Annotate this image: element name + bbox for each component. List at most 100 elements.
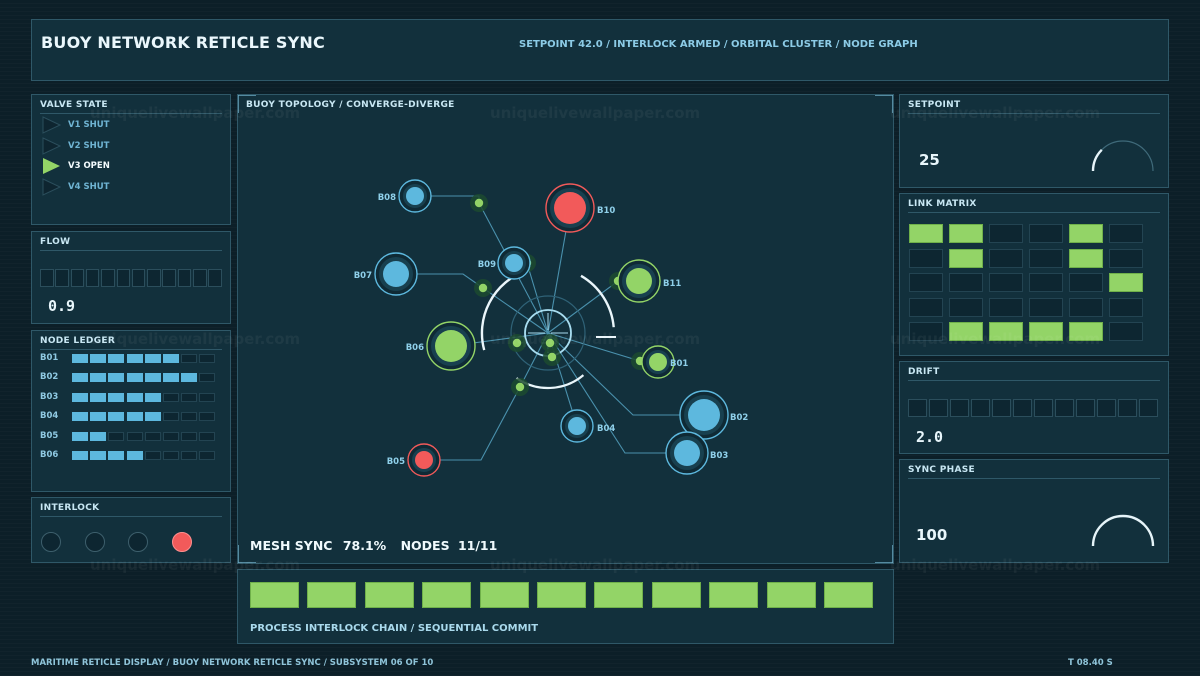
ledger-segment xyxy=(126,451,143,460)
matrix-cell xyxy=(1109,297,1143,317)
node-label: B08 xyxy=(378,193,396,203)
valve-shut-icon xyxy=(42,136,62,155)
matrix-cell xyxy=(1069,273,1103,292)
node-graph[interactable]: B01 B02 B03 B04 B05 B06 B07 B08 B09 B10 B11 xyxy=(238,95,893,563)
header-status: SETPOINT 42.0 / INTERLOCK ARMED / ORBITA… xyxy=(519,39,918,50)
matrix-cell xyxy=(949,224,983,243)
node-label: B07 xyxy=(354,271,372,281)
bar-segment xyxy=(55,269,69,287)
bar-segment xyxy=(131,269,146,287)
node-core xyxy=(568,417,586,435)
interlock-light xyxy=(84,532,105,552)
matrix-cell xyxy=(1029,322,1063,341)
graph-node-b05[interactable]: B05 xyxy=(387,443,441,477)
matrix-cell xyxy=(1069,322,1103,341)
chain-block xyxy=(250,582,299,608)
app-title: BUOY NETWORK RETICLE SYNC xyxy=(41,33,325,52)
ledger-row-label: B05 xyxy=(40,430,59,441)
gauge-fill xyxy=(1091,148,1103,172)
graph-node-b01[interactable]: B01 xyxy=(641,345,688,379)
relay-dot[interactable] xyxy=(474,198,484,208)
ledger-segment xyxy=(72,451,88,460)
ledger-segment xyxy=(199,412,216,422)
ledger-row-label: B02 xyxy=(40,372,59,383)
ledger-segment xyxy=(90,354,107,363)
ledger-segment xyxy=(181,451,198,460)
bar-segment xyxy=(1013,399,1032,417)
graph-node-b04[interactable]: B04 xyxy=(560,409,615,443)
ledger-segment xyxy=(126,431,143,441)
valve-open-icon xyxy=(43,158,60,174)
mesh-sync-readout: MESH SYNC 78.1% NODES 11/11 xyxy=(250,538,497,553)
gauge-track xyxy=(1092,515,1154,547)
matrix-cell xyxy=(989,224,1023,243)
ledger-segment xyxy=(126,412,143,422)
relay-dot[interactable] xyxy=(545,338,555,348)
relay-dot[interactable] xyxy=(515,382,525,392)
matrix-cell xyxy=(1109,273,1143,292)
node-core xyxy=(383,261,409,287)
node-core xyxy=(626,268,652,294)
interlock-panel: INTERLOCK xyxy=(31,497,231,563)
ledger-segment xyxy=(199,392,216,402)
bar-segment xyxy=(40,269,54,287)
relay-dot[interactable] xyxy=(512,338,522,348)
valve-item[interactable]: V1 SHUT xyxy=(41,116,109,134)
matrix-cell xyxy=(1069,224,1103,243)
ledger-segment xyxy=(72,392,88,402)
ledger-segment xyxy=(108,392,125,402)
relay-dot[interactable] xyxy=(478,283,488,293)
graph-node-b10[interactable]: B10 xyxy=(545,183,615,233)
valve-item[interactable]: V3 OPEN xyxy=(41,158,110,174)
bar-segment xyxy=(162,269,176,287)
graph-node-b07[interactable]: B07 xyxy=(354,252,418,296)
graph-node-b08[interactable]: B08 xyxy=(378,179,432,213)
graph-node-b09[interactable]: B09 xyxy=(478,246,531,280)
ledger-segment xyxy=(181,431,198,441)
ledger-segment xyxy=(199,354,216,363)
relay-dot[interactable] xyxy=(547,352,557,362)
sync-phase-value: 100 xyxy=(916,526,948,544)
setpoint-panel: SETPOINT 25 xyxy=(899,94,1169,188)
matrix-cell xyxy=(989,273,1023,292)
valve-state-title: VALVE STATE xyxy=(40,100,222,114)
drift-title: DRIFT xyxy=(908,367,1160,381)
matrix-cell xyxy=(909,248,943,268)
matrix-cell xyxy=(989,297,1023,317)
sync-phase-gauge xyxy=(1091,514,1155,547)
ledger-segment xyxy=(126,373,143,383)
ledger-segment xyxy=(163,431,179,441)
node-core xyxy=(435,330,467,362)
matrix-cell xyxy=(1069,297,1103,317)
bar-segment xyxy=(116,269,130,287)
ledger-row-label: B01 xyxy=(40,353,59,363)
valve-item[interactable]: V2 SHUT xyxy=(41,136,110,155)
graph-node-b11[interactable]: B11 xyxy=(617,259,681,303)
ledger-segment xyxy=(144,373,161,383)
chain-block xyxy=(709,582,759,608)
bar-segment xyxy=(147,269,161,287)
graph-node-b03[interactable]: B03 xyxy=(665,431,728,475)
bar-segment xyxy=(1139,399,1158,417)
valve-label: V2 SHUT xyxy=(68,140,110,151)
interlock-title: INTERLOCK xyxy=(40,503,222,517)
ledger-segment xyxy=(163,412,179,422)
drift-panel: DRIFT 2.0 xyxy=(899,361,1169,454)
sync-phase-panel: SYNC PHASE 100 xyxy=(899,459,1169,563)
chain-block xyxy=(537,582,586,608)
node-core xyxy=(674,440,700,466)
topology-panel: BUOY TOPOLOGY / CONVERGE-DIVERGE B01 B02 B… xyxy=(237,94,894,564)
ledger-row-label: B03 xyxy=(40,391,59,402)
flow-title: FLOW xyxy=(40,237,222,251)
ledger-segment xyxy=(181,412,198,422)
node-label: B02 xyxy=(730,413,748,423)
matrix-cell xyxy=(1029,273,1063,292)
ledger-segment xyxy=(181,354,198,363)
valve-item[interactable]: V4 SHUT xyxy=(41,177,109,196)
graph-nodes: B01 B02 B03 B04 B05 B06 B07 B08 B09 B10 B11 xyxy=(354,179,748,477)
bar-segment xyxy=(1097,399,1116,417)
bar-segment xyxy=(971,399,990,417)
matrix-cell xyxy=(909,273,943,292)
chain-block xyxy=(479,582,529,608)
graph-node-b06[interactable]: B06 xyxy=(406,321,476,371)
